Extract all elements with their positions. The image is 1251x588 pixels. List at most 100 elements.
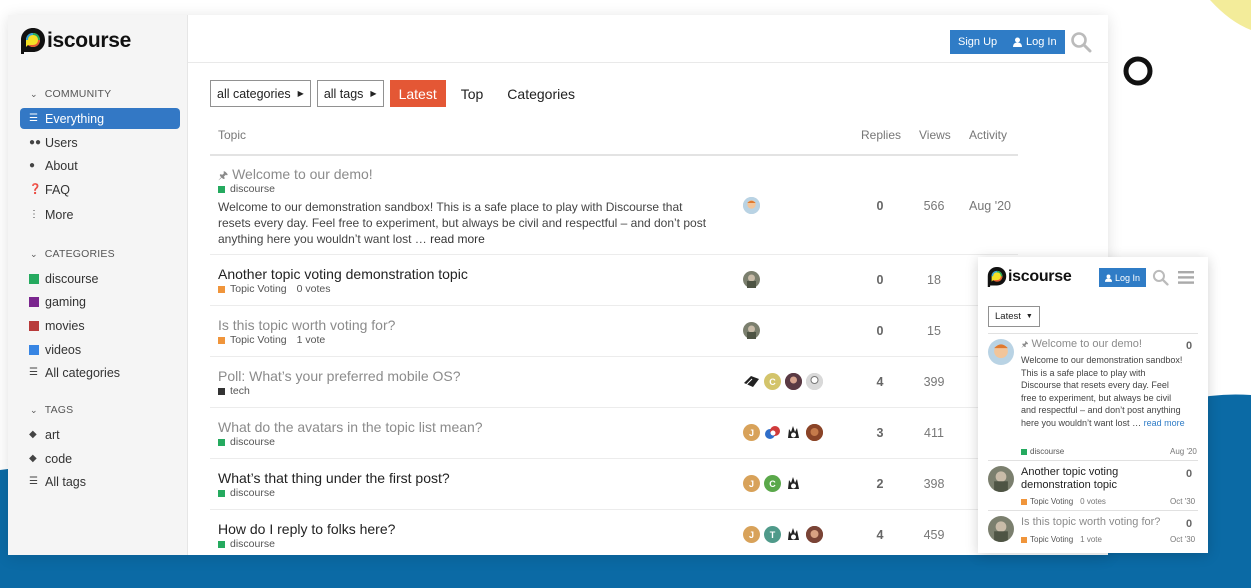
avatar[interactable] [785,373,802,390]
row-divider [210,356,1018,357]
tab-top[interactable]: Top [452,80,493,107]
mobile-login-button[interactable]: Log In [1099,268,1147,287]
community-section-header[interactable]: ⌄ COMMUNITY [30,88,111,100]
sidebar-item-gaming[interactable]: gaming [20,291,180,312]
sidebar-item-all-tags[interactable]: ☰ All tags [20,471,180,492]
topic-category[interactable]: Topic Voting 1 vote [218,334,325,346]
topic-title[interactable]: Is this topic worth voting for? [1021,516,1171,529]
view-count: 399 [923,375,945,389]
topic-category[interactable]: discourse [1021,447,1064,456]
topic-title[interactable]: Another topic voting demonstration topic [218,266,468,282]
discourse-logo-icon [987,267,1007,287]
top-header: Sign Up Log In [188,15,1108,63]
topic-category[interactable]: Topic Voting 0 votes [1021,497,1106,506]
topic-title[interactable]: How do I reply to folks here? [218,521,395,537]
avatar[interactable] [806,424,823,441]
read-more-link[interactable]: read more [430,232,485,246]
login-button[interactable]: Log In [1005,30,1065,54]
avatar[interactable]: C [764,373,781,390]
dropdown-label: Latest [995,311,1021,322]
activity-date[interactable]: Oct '30 [1170,535,1195,544]
topic-title[interactable]: Poll: What’s your preferred mobile OS? [218,368,461,384]
discourse-logo[interactable]: iscourse [20,27,131,55]
sidebar-item-faq[interactable]: ❓ FAQ [20,179,180,200]
users-icon: ●● [29,137,42,148]
avatar[interactable] [988,466,1014,492]
sidebar-item-users[interactable]: ●● Users [20,132,180,153]
sidebar-item-label: All tags [45,474,86,489]
avatar[interactable] [785,475,802,492]
vote-count: 0 votes [1080,497,1106,506]
topic-category[interactable]: discourse [218,538,275,550]
row-divider [988,333,1198,334]
topic-category[interactable]: discourse [218,183,275,195]
category-color-swatch [29,344,39,355]
topic-title[interactable]: What do the avatars in the topic list me… [218,419,483,435]
poster-avatars: J [743,424,823,441]
sidebar-item-everything[interactable]: ☰ Everything [20,108,180,129]
avatar[interactable] [988,339,1014,365]
tag-icon: ◆ [29,429,37,440]
tab-latest[interactable]: Latest [389,80,446,107]
avatar[interactable] [785,424,802,441]
sidebar-item-about[interactable]: ● About [20,155,180,176]
topic-title[interactable]: Is this topic worth voting for? [218,317,395,333]
column-header-views[interactable]: Views [919,128,951,142]
avatar[interactable]: T [764,526,781,543]
reply-count: 2 [876,477,884,491]
topic-title[interactable]: What’s that thing under the first post? [218,470,450,486]
avatar[interactable] [988,516,1014,542]
sidebar-item-more[interactable]: ⋮ More [20,204,180,225]
poster-avatars: J C [743,475,802,492]
sidebar-item-discourse[interactable]: discourse [20,268,180,289]
list-icon: ☰ [29,367,38,378]
column-header-replies[interactable]: Replies [861,128,901,142]
topic-category[interactable]: discourse [218,436,275,448]
tags-section-header[interactable]: ⌄ TAGS [30,404,73,416]
topic-category[interactable]: discourse [218,487,275,499]
search-icon[interactable] [1070,31,1092,53]
topic-category[interactable]: Topic Voting 0 votes [218,283,330,295]
sidebar-item-all-categories[interactable]: ☰ All categories [20,362,180,383]
sidebar-item-videos[interactable]: videos [20,339,180,360]
activity-date[interactable]: Oct '30 [1170,497,1195,506]
read-more-link[interactable]: read more [1144,418,1185,428]
avatar[interactable] [785,526,802,543]
tag-dropdown[interactable]: all tags ▶ [316,80,384,107]
sidebar-item-tag-code[interactable]: ◆ code [20,448,180,469]
column-header-activity[interactable]: Activity [969,128,1007,142]
avatar[interactable] [743,322,760,339]
caret-right-icon: ▶ [297,89,304,98]
tab-categories[interactable]: Categories [498,80,584,107]
discourse-logo[interactable]: iscourse [987,266,1072,288]
search-icon[interactable] [1152,269,1169,286]
avatar[interactable] [764,424,781,441]
avatar[interactable]: J [743,475,760,492]
avatar[interactable] [743,373,760,390]
topic-category[interactable]: Topic Voting 1 vote [1021,535,1102,544]
topic-title[interactable]: Another topic voting demonstration topic [1021,466,1171,492]
reply-count: 0 [876,199,884,213]
sidebar-item-tag-art[interactable]: ◆ art [20,424,180,445]
sidebar-item-movies[interactable]: movies [20,315,180,336]
avatar[interactable]: J [743,424,760,441]
mobile-list-dropdown[interactable]: Latest ▼ [988,306,1040,327]
signup-button[interactable]: Sign Up [950,30,1006,54]
activity-date[interactable]: Aug '20 [968,199,1012,213]
avatar[interactable]: C [764,475,781,492]
activity-date[interactable]: Aug '20 [1170,447,1197,456]
view-count: 411 [924,426,944,440]
avatar[interactable] [743,197,760,214]
avatar[interactable] [806,373,823,390]
caret-right-icon: ▶ [370,89,377,98]
topic-category[interactable]: tech [218,385,250,397]
category-dropdown[interactable]: all categories ▶ [210,80,311,107]
hamburger-menu-icon[interactable] [1178,271,1194,284]
avatar[interactable] [806,526,823,543]
topic-title[interactable]: 🖈 Welcome to our demo! [1021,338,1171,351]
avatar[interactable] [743,271,760,288]
column-header-topic[interactable]: Topic [218,128,246,142]
avatar[interactable]: J [743,526,760,543]
categories-section-header[interactable]: ⌄ CATEGORIES [30,248,115,260]
tags-heading: TAGS [44,404,74,416]
